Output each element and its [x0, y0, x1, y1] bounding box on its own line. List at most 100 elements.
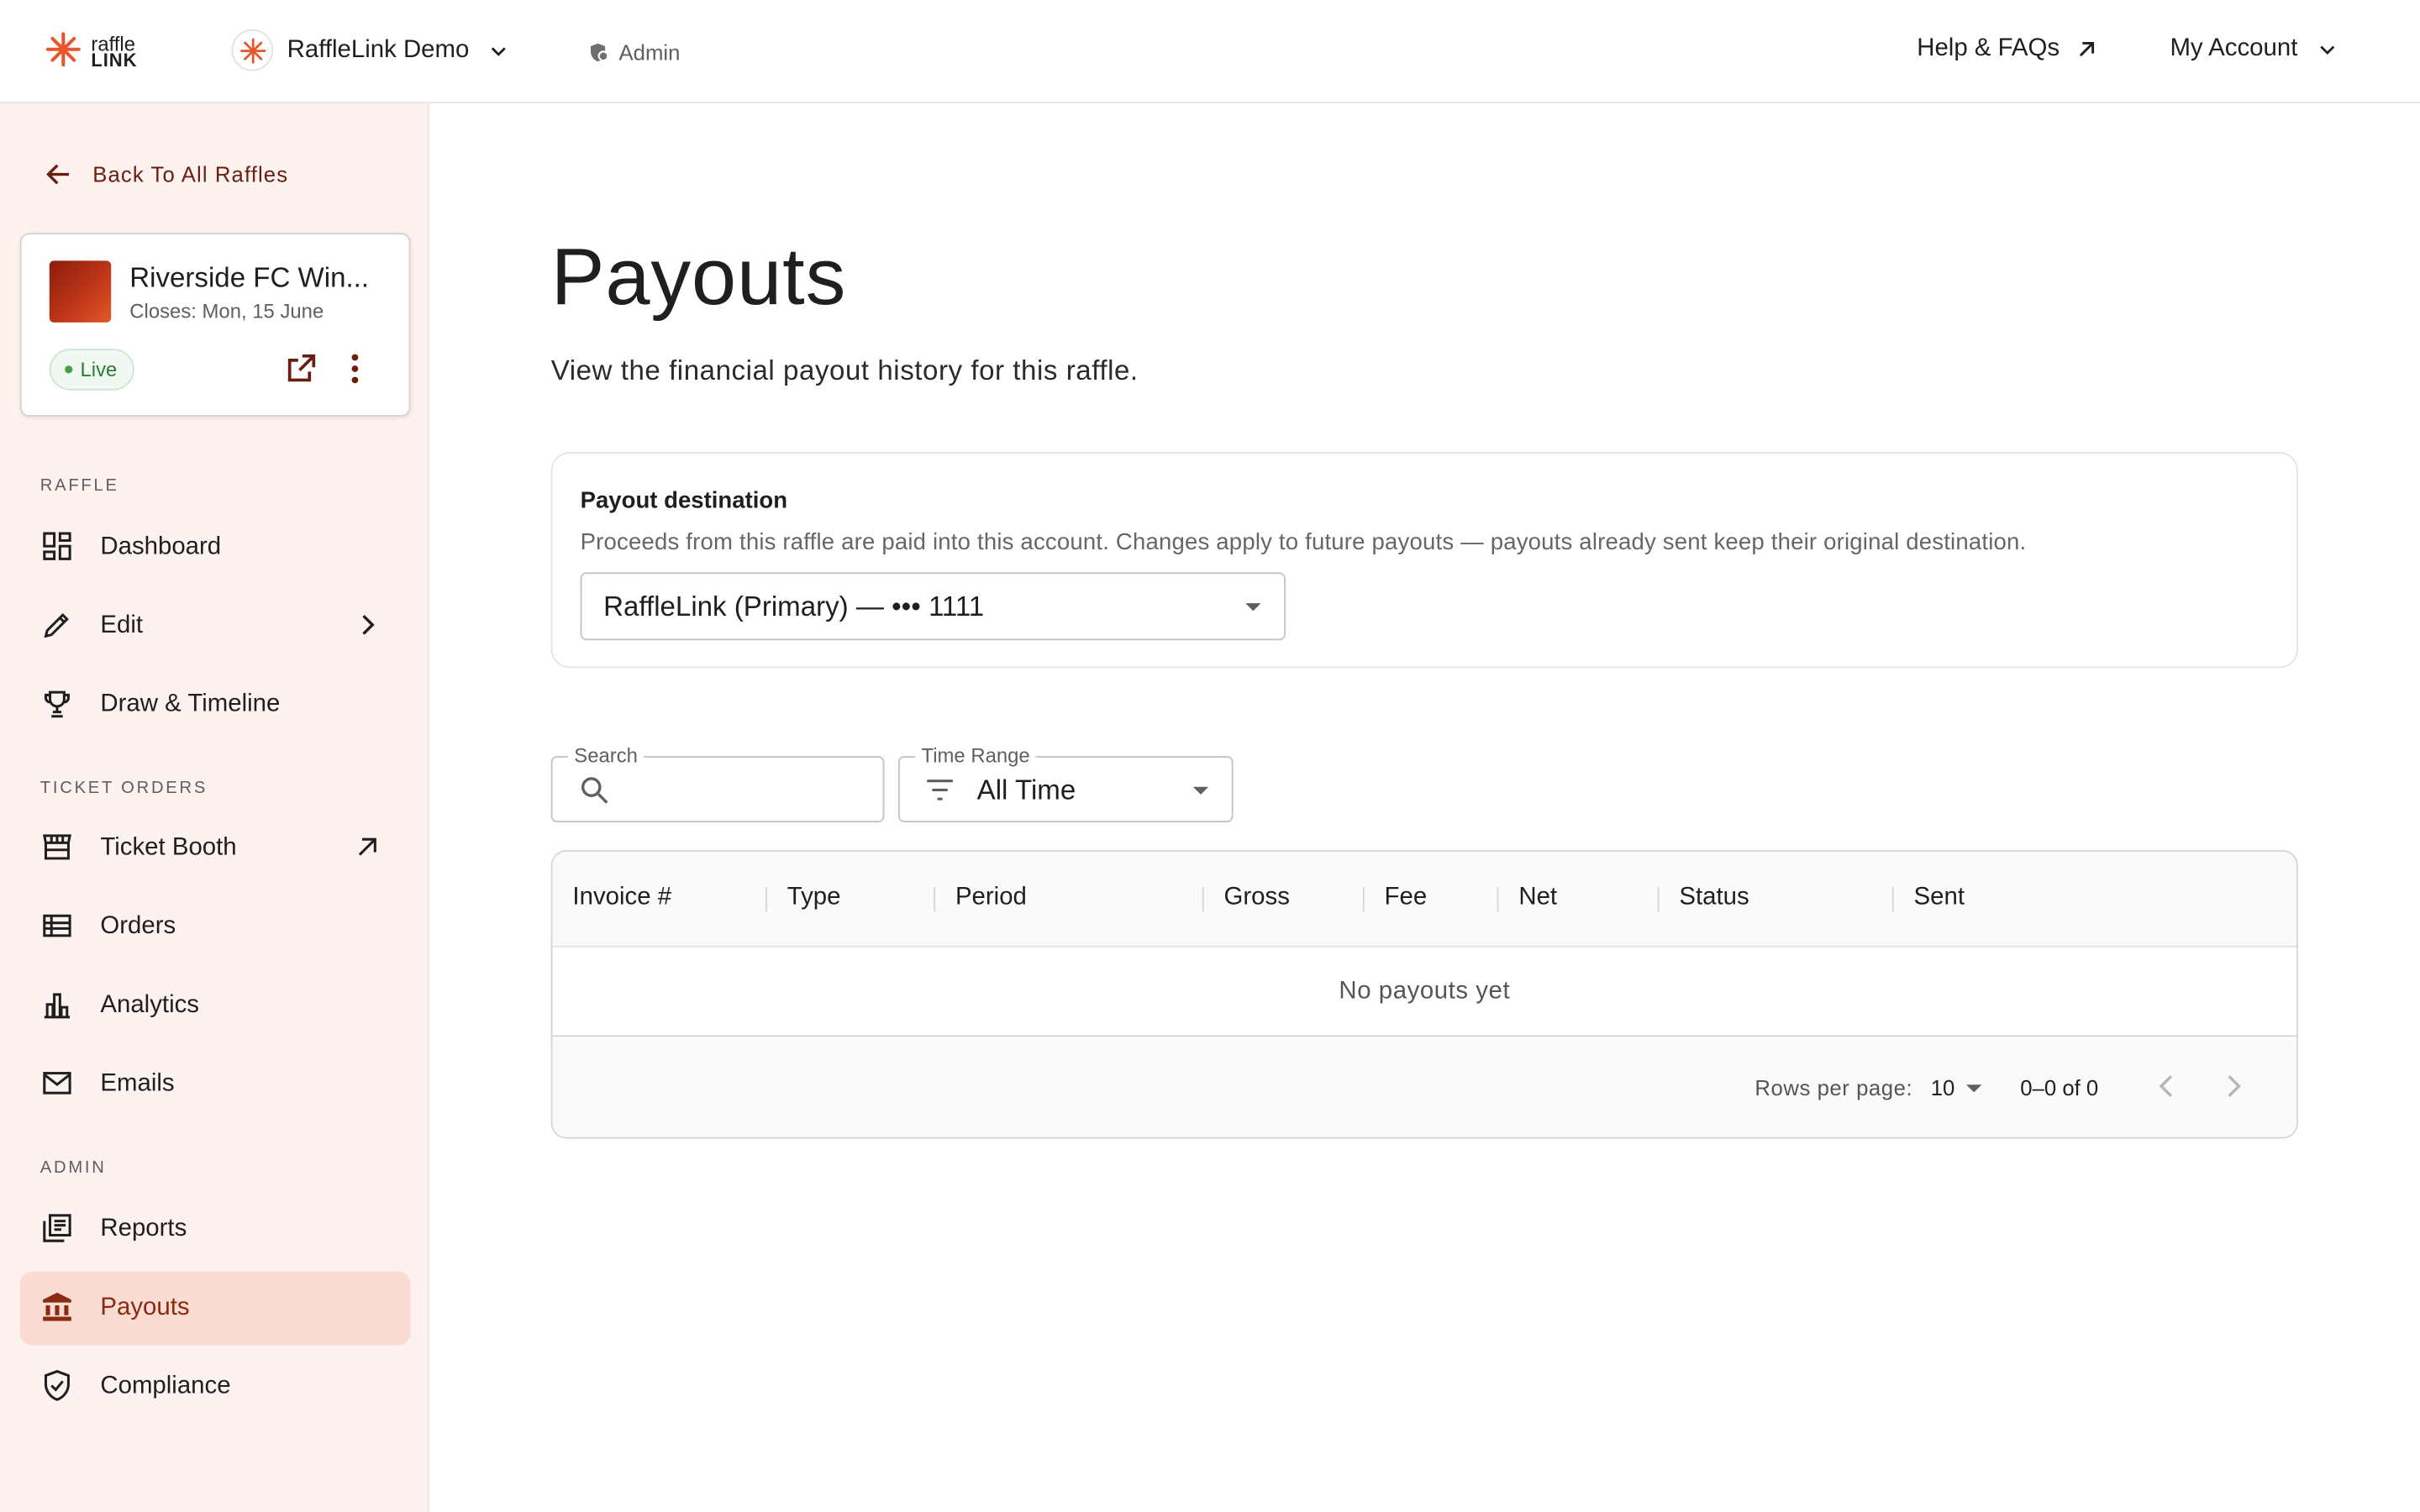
- live-dot-icon: [65, 365, 73, 374]
- sidebar-item-reports[interactable]: Reports: [20, 1193, 411, 1267]
- column-header-invoice[interactable]: Invoice #: [572, 884, 671, 911]
- account-label: My Account: [2170, 35, 2298, 62]
- search-label: Search: [567, 743, 644, 767]
- pagination-range: 0–0 of 0: [2020, 1075, 2099, 1100]
- raffle-thumbnail: [49, 260, 112, 323]
- section-label-admin: ADMIN: [39, 1158, 107, 1178]
- payout-destination-value: RaffleLink (Primary) — ••• 1111: [603, 591, 985, 622]
- empty-state-text: No payouts yet: [1339, 977, 1511, 1004]
- sidebar-item-compliance[interactable]: Compliance: [20, 1350, 411, 1424]
- status-badge: Live: [49, 349, 134, 391]
- column-separator[interactable]: [765, 887, 767, 912]
- bank-icon: [40, 1290, 74, 1324]
- sidebar-item-analytics[interactable]: Analytics: [20, 969, 411, 1042]
- sidebar-item-label: Dashboard: [100, 533, 222, 560]
- admin-shield-icon: [588, 42, 610, 64]
- raffle-link-logo[interactable]: raffle LINK: [45, 31, 137, 74]
- sidebar-item-label: Compliance: [100, 1373, 231, 1399]
- admin-role-tag: Admin: [588, 39, 681, 66]
- sidebar-item-orders[interactable]: Orders: [20, 890, 411, 964]
- column-header-type[interactable]: Type: [787, 884, 841, 911]
- section-label-ticket-orders: TICKET ORDERS: [39, 779, 208, 798]
- next-page-icon[interactable]: [2217, 1069, 2250, 1103]
- status-label: Live: [80, 358, 118, 381]
- raffle-summary-card: Riverside FC Win... Closes: Mon, 15 June…: [19, 233, 411, 417]
- org-avatar-icon: [231, 29, 274, 71]
- sidebar-item-payouts[interactable]: Payouts: [19, 1271, 411, 1346]
- column-separator[interactable]: [934, 887, 936, 912]
- payout-destination-card: Payout destination Proceeds from this ra…: [550, 452, 2298, 669]
- sidebar-item-edit[interactable]: Edit: [20, 590, 411, 664]
- column-separator[interactable]: [1362, 887, 1365, 912]
- trophy-icon: [40, 686, 74, 720]
- logo-text-bottom: LINK: [91, 49, 138, 71]
- time-range-select[interactable]: Time Range All Time: [897, 743, 1234, 822]
- payouts-table: Invoice # Type Period Gross Fee Net Stat…: [550, 850, 2298, 1139]
- shield-check-icon: [40, 1368, 74, 1402]
- sidebar-item-label: Orders: [100, 913, 176, 940]
- dropdown-caret-icon: [1966, 1084, 1982, 1093]
- column-separator[interactable]: [1497, 887, 1499, 912]
- sidebar-item-label: Emails: [100, 1070, 175, 1097]
- sidebar-item-label: Reports: [100, 1215, 187, 1242]
- dropdown-caret-icon: [1245, 603, 1261, 612]
- column-header-net[interactable]: Net: [1518, 884, 1557, 911]
- column-header-sent[interactable]: Sent: [1914, 884, 1965, 911]
- bar-chart-icon: [40, 988, 74, 1021]
- payout-destination-description: Proceeds from this raffle are paid into …: [580, 529, 2027, 556]
- list-icon: [40, 909, 74, 942]
- rows-per-page-value: 10: [1930, 1075, 1955, 1100]
- table-header: Invoice # Type Period Gross Fee Net Stat…: [552, 851, 2297, 948]
- empty-state-row: No payouts yet: [552, 948, 2297, 1037]
- pencil-icon: [40, 608, 74, 642]
- filter-lines-icon: [924, 776, 955, 804]
- column-header-gross[interactable]: Gross: [1224, 884, 1290, 911]
- storefront-icon: [40, 830, 74, 864]
- more-vertical-icon[interactable]: [349, 352, 361, 386]
- section-label-raffle: RAFFLE: [39, 476, 119, 496]
- previous-page-icon[interactable]: [2150, 1069, 2184, 1103]
- chevron-down-icon: [2316, 39, 2338, 60]
- organization-switcher[interactable]: RaffleLink Demo: [231, 29, 510, 71]
- dropdown-caret-icon: [1192, 786, 1209, 795]
- column-header-fee[interactable]: Fee: [1385, 884, 1428, 911]
- help-faqs-link[interactable]: Help & FAQs: [1917, 35, 2100, 63]
- arrow-left-icon: [43, 159, 74, 190]
- chevron-down-icon: [487, 39, 509, 61]
- sidebar-item-label: Edit: [100, 612, 144, 639]
- asterisk-logo-icon: [45, 31, 82, 74]
- my-account-menu[interactable]: My Account: [2170, 35, 2338, 63]
- raffle-close-date: Closes: Mon, 15 June: [129, 299, 324, 323]
- org-name: RaffleLink Demo: [287, 36, 470, 63]
- sidebar-item-label: Draw & Timeline: [100, 690, 281, 718]
- raffle-title: Riverside FC Win...: [129, 262, 370, 293]
- payout-destination-title: Payout destination: [580, 487, 788, 514]
- column-separator[interactable]: [1202, 887, 1204, 912]
- search-icon: [577, 773, 611, 806]
- column-separator[interactable]: [1657, 887, 1660, 912]
- page-subtitle: View the financial payout history for th…: [550, 354, 1139, 386]
- sidebar-item-emails[interactable]: Emails: [20, 1047, 411, 1121]
- sidebar: Back To All Raffles Riverside FC Win... …: [0, 103, 429, 1512]
- page-title: Payouts: [550, 233, 847, 323]
- external-arrow-icon: [2075, 37, 2099, 61]
- sidebar-item-label: Analytics: [100, 992, 199, 1019]
- sidebar-item-label: Payouts: [100, 1294, 190, 1321]
- sidebar-item-dashboard[interactable]: Dashboard: [20, 511, 411, 585]
- column-header-status[interactable]: Status: [1679, 884, 1749, 911]
- time-range-value: All Time: [976, 774, 1076, 806]
- open-external-icon[interactable]: [284, 352, 318, 386]
- back-to-all-raffles-link[interactable]: Back To All Raffles: [43, 159, 288, 190]
- column-header-period[interactable]: Period: [955, 884, 1027, 911]
- payout-destination-select[interactable]: RaffleLink (Primary) — ••• 1111: [580, 572, 1286, 641]
- search-input[interactable]: Search: [550, 743, 885, 822]
- mail-icon: [40, 1066, 74, 1100]
- admin-label: Admin: [618, 39, 681, 66]
- sidebar-item-draw-timeline[interactable]: Draw & Timeline: [20, 668, 411, 742]
- column-separator[interactable]: [1891, 887, 1894, 912]
- help-label: Help & FAQs: [1917, 35, 2060, 62]
- sidebar-item-ticket-booth[interactable]: Ticket Booth: [20, 811, 411, 885]
- reports-icon: [40, 1211, 74, 1245]
- rows-per-page-select[interactable]: 10: [1931, 1073, 1990, 1104]
- chevron-right-icon: [352, 610, 383, 641]
